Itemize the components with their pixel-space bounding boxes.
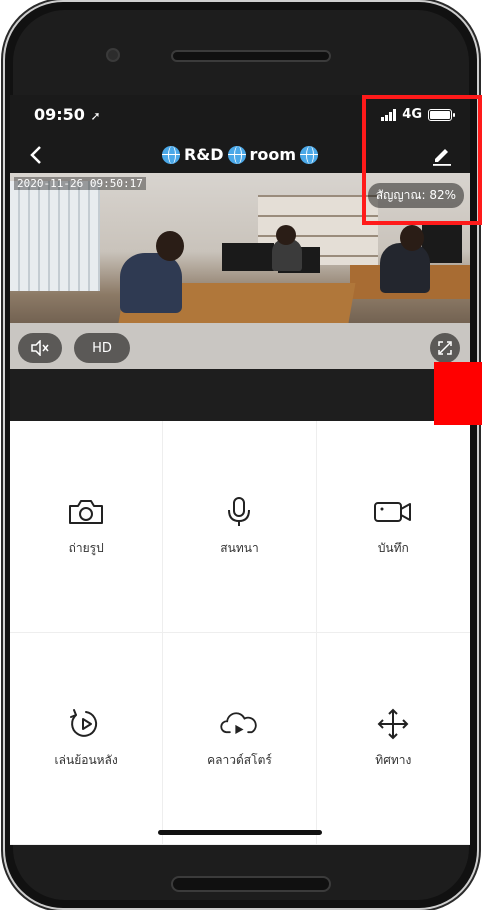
annotation-highlight-box xyxy=(362,95,482,225)
cloud-store-button[interactable]: คลาวด์สโตร์ xyxy=(163,633,317,845)
direction-arrows-icon xyxy=(377,708,409,740)
quality-button[interactable]: HD xyxy=(74,333,130,363)
talk-button[interactable]: สนทนา xyxy=(163,421,317,633)
playback-icon xyxy=(70,709,98,737)
fullscreen-button[interactable] xyxy=(430,333,460,363)
globe-icon xyxy=(227,145,246,164)
status-time: 09:50 ➚ xyxy=(34,105,101,124)
action-label: บันทึก xyxy=(377,541,409,555)
action-label: สนทนา xyxy=(220,541,259,555)
video-controls-spacer xyxy=(10,369,470,421)
direction-button[interactable]: ทิศทาง xyxy=(316,633,470,845)
snapshot-button[interactable]: ถ่ายรูป xyxy=(10,421,164,633)
globe-icon xyxy=(300,145,319,164)
expand-icon xyxy=(438,341,452,355)
globe-icon xyxy=(161,145,180,164)
playback-button[interactable]: เล่นย้อนหลัง xyxy=(10,633,164,845)
annotation-red-marker xyxy=(434,362,482,425)
video-timestamp: 2020-11-26 09:50:17 xyxy=(14,177,146,190)
location-arrow-icon: ➚ xyxy=(90,109,101,123)
mute-button[interactable] xyxy=(18,333,62,363)
home-button[interactable] xyxy=(171,876,331,892)
action-label: เล่นย้อนหลัง xyxy=(54,753,118,767)
camera-icon xyxy=(69,500,104,524)
home-indicator[interactable] xyxy=(158,830,322,835)
action-label: ถ่ายรูป xyxy=(68,541,104,555)
microphone-icon xyxy=(228,497,251,526)
action-grid: ถ่ายรูป สนทนา บันทึก เล่นย้อนหลัง คลาวด์… xyxy=(10,421,470,845)
action-label: คลาวด์สโตร์ xyxy=(207,753,272,767)
earpiece-speaker xyxy=(171,50,331,62)
action-label: ทิศทาง xyxy=(375,753,412,767)
record-button[interactable]: บันทึก xyxy=(316,421,470,633)
front-camera xyxy=(106,48,120,62)
speaker-muted-icon xyxy=(31,340,49,356)
video-record-icon xyxy=(374,502,412,522)
cloud-store-icon xyxy=(220,712,258,734)
